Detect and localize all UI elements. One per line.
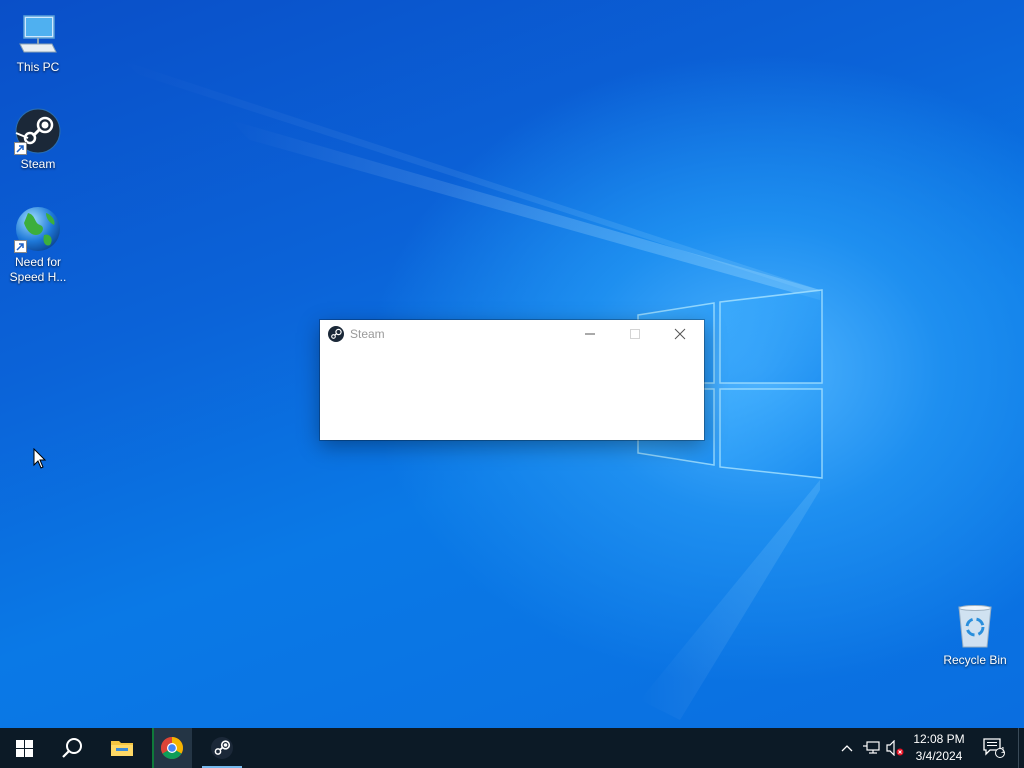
- steam-window[interactable]: Steam: [320, 320, 704, 440]
- shortcut-arrow-icon: [14, 142, 27, 155]
- network-icon: [863, 741, 880, 754]
- steam-window-titlebar[interactable]: Steam: [320, 320, 704, 348]
- desktop-icon-label: This PC: [16, 60, 60, 74]
- desktop-icon-label: Recycle Bin: [943, 653, 1007, 667]
- steam-icon: [14, 107, 62, 155]
- show-desktop-button[interactable]: [1018, 728, 1024, 768]
- start-button[interactable]: [0, 728, 48, 768]
- folder-icon: [111, 741, 133, 756]
- volume-button[interactable]: [884, 728, 906, 768]
- shortcut-arrow-icon: [14, 240, 27, 253]
- notification-count-badge: 1: [1000, 746, 1006, 755]
- steam-taskbar-button[interactable]: [198, 728, 246, 768]
- desktop-icon-this-pc[interactable]: This PC: [0, 10, 76, 75]
- desktop-icon-need-for-speed[interactable]: Need for Speed H...: [0, 205, 76, 285]
- file-explorer-button[interactable]: [98, 728, 146, 768]
- action-center-button[interactable]: 1: [976, 728, 1012, 768]
- minimize-button[interactable]: [567, 320, 612, 348]
- chrome-icon: [161, 737, 183, 759]
- steam-window-content: [320, 348, 704, 440]
- steam-icon: [211, 737, 233, 759]
- globe-icon: [14, 205, 62, 253]
- window-title: Steam: [350, 327, 385, 341]
- minimize-icon: [584, 333, 595, 335]
- desktop: This PC Steam Need for Speed H... Recycl…: [0, 0, 1024, 728]
- maximize-icon: [629, 329, 640, 339]
- desktop-icon-label: Need for Speed H...: [9, 255, 67, 284]
- steam-icon: [328, 326, 344, 342]
- search-icon: [62, 738, 82, 758]
- desktop-icon-recycle-bin[interactable]: Recycle Bin: [937, 603, 1013, 668]
- volume-muted-icon: [886, 740, 904, 756]
- chevron-up-icon: [841, 745, 853, 752]
- clock-time: 12:08 PM: [913, 732, 965, 746]
- clock[interactable]: 12:08 PM 3/4/2024: [909, 728, 969, 768]
- mouse-cursor-icon: [33, 448, 47, 469]
- desktop-icon-steam[interactable]: Steam: [0, 107, 76, 172]
- maximize-button[interactable]: [612, 320, 657, 348]
- close-icon: [674, 328, 685, 340]
- chrome-running-indicator: [152, 728, 154, 768]
- search-button[interactable]: [48, 728, 96, 768]
- close-button[interactable]: [657, 320, 702, 348]
- taskbar: 12:08 PM 3/4/2024 1: [0, 728, 1024, 768]
- windows-logo-icon: [15, 739, 33, 757]
- clock-date: 3/4/2024: [915, 749, 963, 763]
- network-button[interactable]: [860, 728, 882, 768]
- recycle-bin-icon: [951, 603, 999, 651]
- computer-icon: [14, 10, 62, 58]
- desktop-icon-label: Steam: [20, 157, 56, 171]
- chrome-taskbar-button[interactable]: [152, 728, 192, 768]
- show-hidden-icons-button[interactable]: [838, 728, 856, 768]
